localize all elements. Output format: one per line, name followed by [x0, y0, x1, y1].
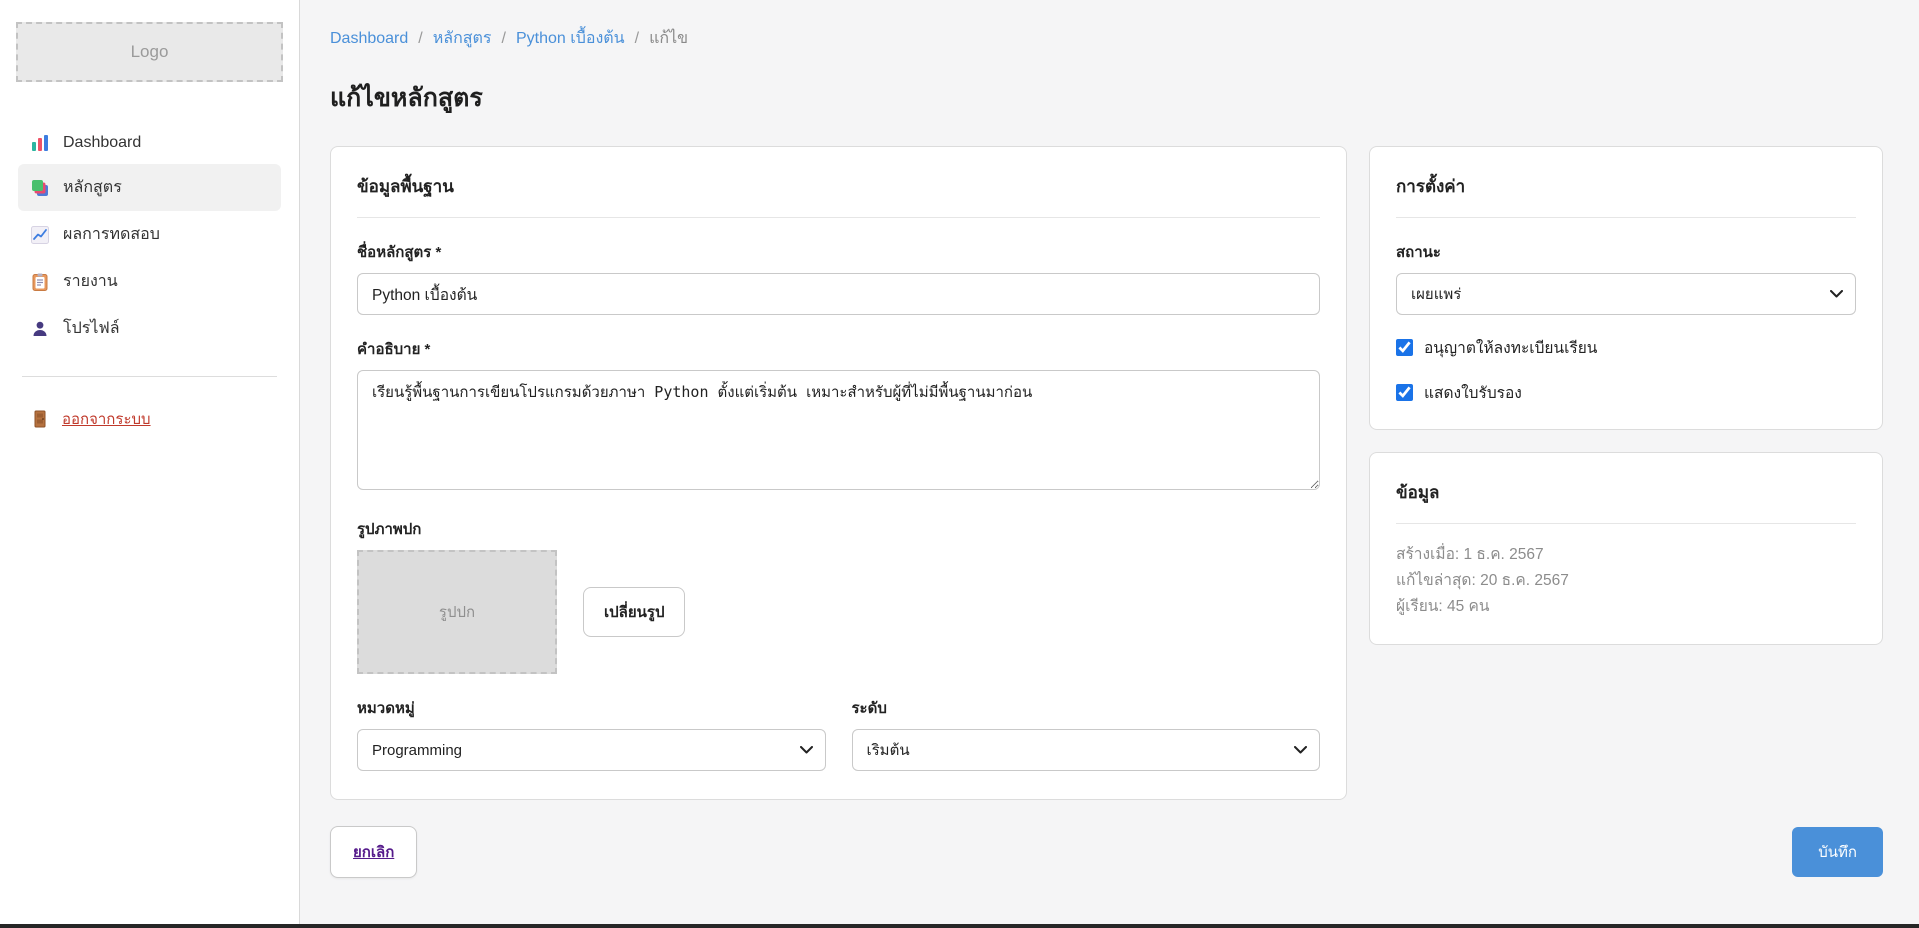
breadcrumb-link-courses[interactable]: หลักสูตร	[433, 26, 492, 51]
breadcrumb-current: แก้ไข	[649, 26, 688, 51]
status-select[interactable]: เผยแพร่	[1396, 273, 1856, 315]
breadcrumb-separator: /	[502, 30, 506, 48]
sidebar-item-label: หลักสูตร	[63, 175, 122, 200]
change-image-button[interactable]: เปลี่ยนรูป	[583, 587, 685, 637]
sidebar-nav: Dashboard หลักสูตร	[16, 122, 283, 352]
course-name-input[interactable]	[357, 273, 1320, 315]
allow-enrollment-row: อนุญาตให้ลงทะเบียนเรียน	[1396, 335, 1856, 360]
level-select[interactable]: เริ่มต้น	[852, 729, 1321, 771]
test-results-icon	[30, 225, 50, 245]
description-label: คำอธิบาย *	[357, 337, 1320, 361]
main-content: Dashboard / หลักสูตร / Python เบื้องต้น …	[300, 0, 1919, 924]
cover-image-label: รูปภาพปก	[357, 517, 1320, 541]
info-title: ข้อมูล	[1396, 479, 1856, 524]
breadcrumb-separator: /	[418, 30, 422, 48]
breadcrumb-link-dashboard[interactable]: Dashboard	[330, 30, 408, 48]
sidebar-item-test-results[interactable]: ผลการทดสอบ	[18, 211, 281, 258]
breadcrumb-link-course[interactable]: Python เบื้องต้น	[516, 26, 625, 51]
category-select[interactable]: Programming	[357, 729, 826, 771]
form-actions: ยกเลิก บันทึก	[330, 826, 1883, 878]
settings-title: การตั้งค่า	[1396, 173, 1856, 218]
status-label: สถานะ	[1396, 240, 1856, 264]
show-certificate-checkbox[interactable]	[1396, 384, 1413, 401]
settings-card: การตั้งค่า สถานะ เผยแพร่	[1369, 146, 1883, 430]
logout-label: ออกจากระบบ	[62, 407, 151, 431]
save-button[interactable]: บันทึก	[1792, 827, 1883, 877]
reports-icon	[30, 272, 50, 292]
sidebar-item-label: Dashboard	[63, 134, 141, 152]
door-icon	[30, 409, 50, 429]
breadcrumb: Dashboard / หลักสูตร / Python เบื้องต้น …	[330, 26, 1883, 51]
page-title: แก้ไขหลักสูตร	[330, 78, 1883, 118]
student-count-text: ผู้เรียน: 45 คน	[1396, 594, 1856, 620]
created-date-text: สร้างเมื่อ: 1 ธ.ค. 2567	[1396, 542, 1856, 568]
show-certificate-row: แสดงใบรับรอง	[1396, 380, 1856, 405]
courses-icon	[30, 178, 50, 198]
cover-image-placeholder[interactable]: รูปปก	[357, 550, 557, 674]
logo-placeholder: Logo	[16, 22, 283, 82]
breadcrumb-separator: /	[635, 30, 639, 48]
sidebar-divider	[22, 376, 277, 377]
description-textarea[interactable]: เรียนรู้พื้นฐานการเขียนโปรแกรมด้วยภาษา P…	[357, 370, 1320, 490]
logout-link[interactable]: ออกจากระบบ	[16, 401, 283, 437]
show-certificate-label: แสดงใบรับรอง	[1424, 380, 1522, 405]
allow-enrollment-label: อนุญาตให้ลงทะเบียนเรียน	[1424, 335, 1597, 360]
profile-icon	[30, 319, 50, 339]
sidebar-item-courses[interactable]: หลักสูตร	[18, 164, 281, 211]
basic-info-title: ข้อมูลพื้นฐาน	[357, 173, 1320, 218]
sidebar-item-dashboard[interactable]: Dashboard	[18, 122, 281, 164]
sidebar-item-label: โปรไฟล์	[63, 316, 120, 341]
sidebar-item-reports[interactable]: รายงาน	[18, 258, 281, 305]
info-card: ข้อมูล สร้างเมื่อ: 1 ธ.ค. 2567 แก้ไขล่าส…	[1369, 452, 1883, 645]
dashboard-icon	[30, 133, 50, 153]
course-name-label: ชื่อหลักสูตร *	[357, 240, 1320, 264]
level-label: ระดับ	[852, 696, 1321, 720]
basic-info-card: ข้อมูลพื้นฐาน ชื่อหลักสูตร * คำอธิบาย * …	[330, 146, 1347, 800]
cancel-button[interactable]: ยกเลิก	[330, 826, 417, 878]
allow-enrollment-checkbox[interactable]	[1396, 339, 1413, 356]
app-window: Logo Dashboard	[0, 0, 1919, 924]
sidebar-item-label: ผลการทดสอบ	[63, 222, 160, 247]
cancel-button-label: ยกเลิก	[353, 844, 394, 861]
window-bottom-edge	[0, 924, 1919, 928]
sidebar: Logo Dashboard	[0, 0, 300, 924]
sidebar-item-profile[interactable]: โปรไฟล์	[18, 305, 281, 352]
sidebar-item-label: รายงาน	[63, 269, 118, 294]
category-label: หมวดหมู่	[357, 696, 826, 720]
right-panel: การตั้งค่า สถานะ เผยแพร่	[1369, 146, 1883, 667]
last-modified-text: แก้ไขล่าสุด: 20 ธ.ค. 2567	[1396, 568, 1856, 594]
